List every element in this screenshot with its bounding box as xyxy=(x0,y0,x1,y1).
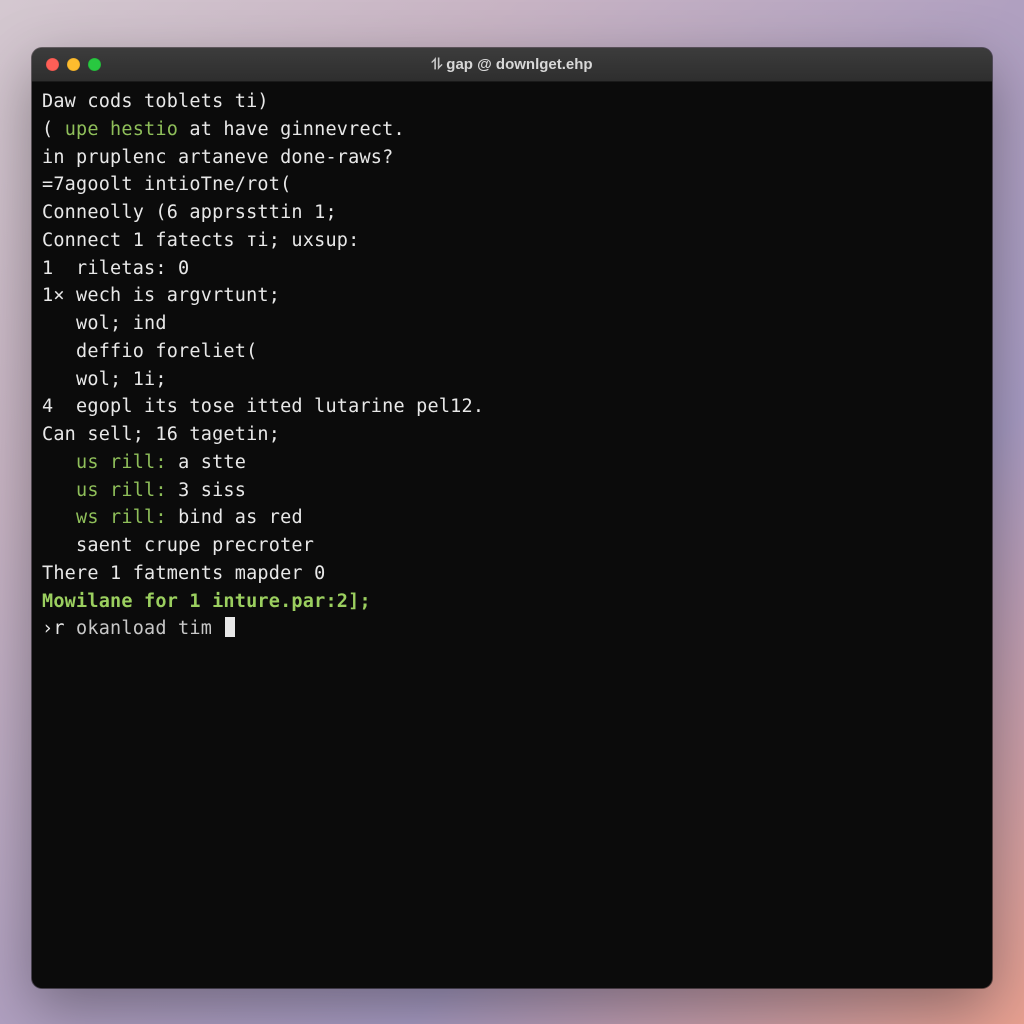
zoom-icon[interactable] xyxy=(88,58,101,71)
output-line: us rill: a stte xyxy=(42,449,982,477)
output-line: ( upe hestio at have ginnevrect. xyxy=(42,116,982,144)
output-line: Conneolly (6 apprssttin 1; xyxy=(42,199,982,227)
terminal-window: ⥮gap @ downlget.ehp Daw cods toblets ti)… xyxy=(32,48,992,988)
title-glyph-icon: ⥮ xyxy=(431,56,442,73)
window-title: ⥮gap @ downlget.ehp xyxy=(32,56,992,73)
prompt-line[interactable]: ›r okanload tim xyxy=(42,615,982,643)
traffic-lights xyxy=(32,58,101,71)
output-line: 4 egopl its tose itted lutarine pel12. xyxy=(42,393,982,421)
output-line: ws rill: bind as red xyxy=(42,504,982,532)
output-line: wol; ind xyxy=(42,310,982,338)
output-line: Daw cods toblets ti) xyxy=(42,88,982,116)
close-icon[interactable] xyxy=(46,58,59,71)
terminal-body[interactable]: Daw cods toblets ti)( upe hestio at have… xyxy=(32,82,992,988)
output-line: Connect 1 fatects тi; uxsup: xyxy=(42,227,982,255)
output-line: 1× wech is argvrtunt; xyxy=(42,282,982,310)
cursor-icon xyxy=(225,617,235,637)
output-line: 1 riletas: 0 xyxy=(42,255,982,283)
output-line: in pruplenc artaneve done-raws? xyxy=(42,144,982,172)
output-line: deffio foreliet( xyxy=(42,338,982,366)
output-line: wol; 1i; xyxy=(42,366,982,394)
window-title-text: gap @ downlget.ehp xyxy=(446,56,592,73)
output-line: us rill: 3 siss xyxy=(42,477,982,505)
output-line: Mowilane for 1 inture.par:2]; xyxy=(42,588,982,616)
minimize-icon[interactable] xyxy=(67,58,80,71)
output-line: There 1 fatments mapder 0 xyxy=(42,560,982,588)
output-line: saent crupe precroter xyxy=(42,532,982,560)
output-line: Can sell; 16 tagetin; xyxy=(42,421,982,449)
output-line: =7agoolt intioTne/rot( xyxy=(42,171,982,199)
titlebar[interactable]: ⥮gap @ downlget.ehp xyxy=(32,48,992,82)
